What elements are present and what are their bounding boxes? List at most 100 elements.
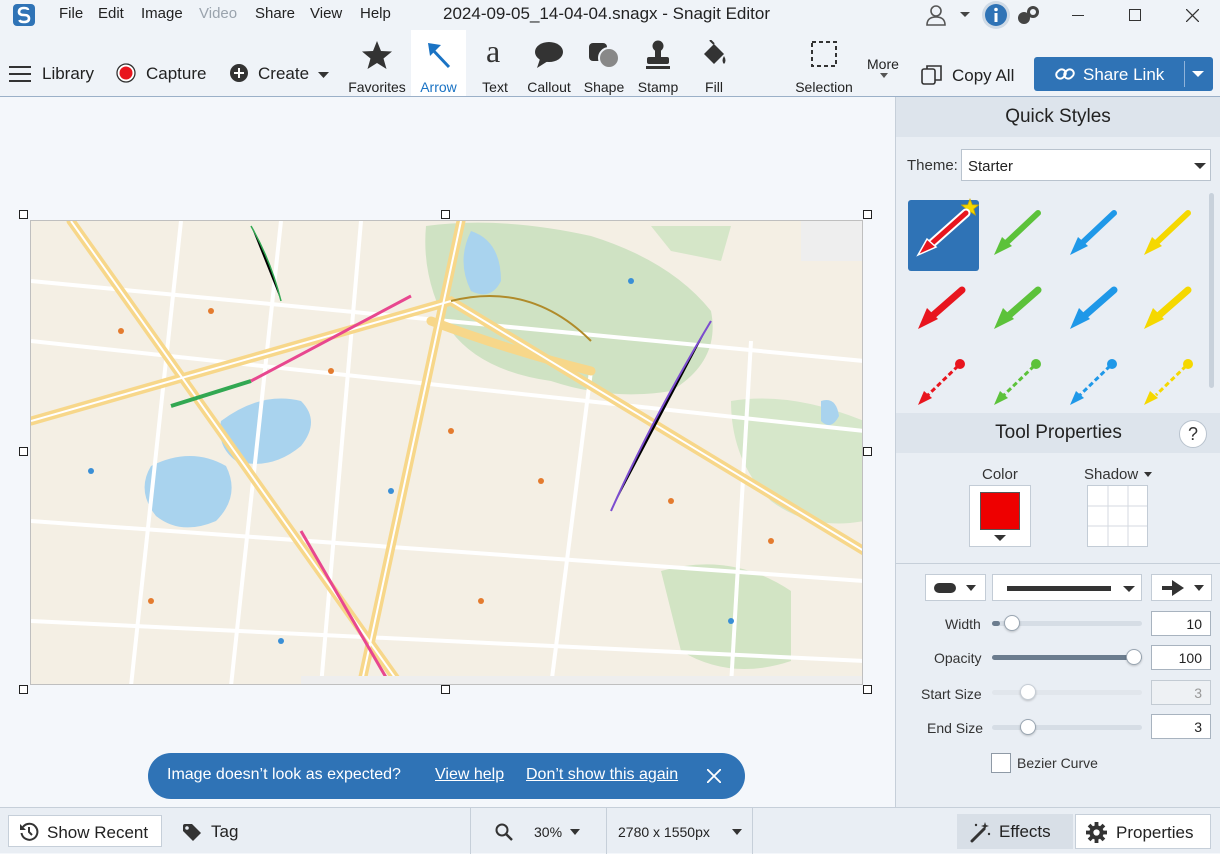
- effects-button[interactable]: Effects: [957, 814, 1073, 849]
- plus-icon: [229, 63, 249, 83]
- end-size-slider[interactable]: [992, 719, 1142, 735]
- shadow-picker[interactable]: [1087, 485, 1148, 547]
- tool-label: Stamp: [637, 79, 679, 95]
- menu-video[interactable]: Video: [199, 5, 237, 22]
- opacity-slider[interactable]: [992, 649, 1142, 665]
- end-size-input[interactable]: 3: [1151, 714, 1211, 739]
- status-bar: Show Recent Tag 30% 2780 x 1550px Effect…: [0, 807, 1220, 854]
- divider: [896, 563, 1220, 564]
- tag-button[interactable]: Tag: [211, 822, 238, 842]
- color-picker[interactable]: [969, 485, 1031, 547]
- slider-thumb[interactable]: [1004, 615, 1020, 631]
- tool-selection[interactable]: Selection: [788, 30, 860, 96]
- width-input[interactable]: 10: [1151, 611, 1211, 636]
- line-cap-select[interactable]: [925, 574, 986, 601]
- tool-stamp[interactable]: Stamp: [634, 30, 682, 96]
- resize-handle[interactable]: [19, 447, 28, 456]
- menu-view[interactable]: View: [310, 5, 342, 22]
- resize-handle[interactable]: [863, 685, 872, 694]
- resize-handle[interactable]: [19, 685, 28, 694]
- selection-icon: [810, 40, 838, 68]
- library-button[interactable]: Library: [42, 64, 94, 84]
- slider-thumb[interactable]: [1020, 684, 1036, 700]
- image-dimensions[interactable]: 2780 x 1550px: [618, 824, 710, 840]
- opacity-label: Opacity: [934, 650, 982, 666]
- resize-handle[interactable]: [863, 447, 872, 456]
- close-icon[interactable]: [1186, 9, 1199, 22]
- maximize-icon[interactable]: [1129, 9, 1141, 21]
- color-swatch: [980, 492, 1020, 530]
- snagit-logo-icon: [13, 4, 35, 26]
- menu-file[interactable]: File: [59, 5, 83, 22]
- resize-handle[interactable]: [441, 685, 450, 694]
- menu-image[interactable]: Image: [141, 5, 183, 22]
- help-button[interactable]: ?: [1179, 420, 1207, 448]
- slider-fill: [992, 655, 1142, 660]
- info-icon[interactable]: [982, 1, 1010, 29]
- dont-show-again-link[interactable]: Don’t show this again: [526, 766, 678, 784]
- chat-icon[interactable]: [1016, 4, 1040, 26]
- menu-help[interactable]: Help: [360, 5, 391, 22]
- line-style-select[interactable]: [992, 574, 1142, 601]
- show-recent-button[interactable]: Show Recent: [8, 815, 162, 847]
- tool-favorites[interactable]: Favorites: [346, 30, 408, 96]
- theme-label: Theme:: [907, 157, 958, 174]
- account-icon[interactable]: [924, 3, 970, 27]
- capture-button[interactable]: Capture: [146, 64, 206, 84]
- map-image[interactable]: [30, 220, 863, 685]
- opacity-input[interactable]: 100: [1151, 645, 1211, 670]
- callout-icon: [534, 40, 564, 70]
- menu-edit[interactable]: Edit: [98, 5, 124, 22]
- tool-callout[interactable]: Callout: [523, 30, 575, 96]
- width-slider[interactable]: [992, 615, 1142, 631]
- properties-button[interactable]: Properties: [1075, 814, 1211, 849]
- shadow-label[interactable]: Shadow: [1084, 466, 1138, 483]
- slider-thumb[interactable]: [1020, 719, 1036, 735]
- zoom-level[interactable]: 30%: [534, 824, 562, 840]
- bezier-checkbox[interactable]: [991, 753, 1011, 773]
- more-button[interactable]: More: [867, 56, 899, 72]
- quick-styles-grid: [896, 193, 1220, 413]
- minimize-icon[interactable]: [1072, 15, 1084, 16]
- effects-label: Effects: [999, 822, 1051, 841]
- tool-fill[interactable]: Fill: [690, 30, 738, 96]
- svg-text:a: a: [486, 34, 500, 68]
- arrowhead-select[interactable]: [1151, 574, 1212, 601]
- arrow-icon: [425, 40, 453, 70]
- tool-label: Text: [482, 79, 508, 95]
- width-label: Width: [945, 616, 981, 632]
- tool-label: Selection: [795, 79, 853, 95]
- toolbar: Library Capture Create Favorites Arrow a…: [0, 30, 1220, 97]
- star-icon: [361, 40, 393, 70]
- slider-thumb[interactable]: [1126, 649, 1142, 665]
- scrollbar[interactable]: [1209, 193, 1214, 388]
- hamburger-icon: [9, 66, 31, 82]
- arrow-style-swatches[interactable]: [896, 193, 1206, 413]
- create-button[interactable]: Create: [258, 64, 309, 84]
- start-size-label: Start Size: [921, 686, 982, 702]
- copy-all-button[interactable]: Copy All: [952, 66, 1014, 86]
- theme-value: Starter: [968, 158, 1014, 175]
- close-icon[interactable]: [707, 769, 721, 783]
- chevron-down-icon[interactable]: [1192, 71, 1204, 78]
- resize-handle[interactable]: [441, 210, 450, 219]
- tool-arrow[interactable]: Arrow: [411, 30, 466, 96]
- chevron-down-icon: [1194, 163, 1206, 170]
- resize-handle[interactable]: [863, 210, 872, 219]
- end-size-label: End Size: [927, 720, 984, 736]
- color-label: Color: [982, 466, 1018, 483]
- share-link-button[interactable]: Share Link: [1034, 57, 1213, 91]
- start-size-slider[interactable]: [992, 684, 1142, 700]
- chevron-down-icon: [880, 73, 888, 79]
- tool-shape[interactable]: Shape: [579, 30, 629, 96]
- bezier-label: Bezier Curve: [1017, 755, 1098, 771]
- chevron-down-icon: [994, 535, 1006, 542]
- divider: [606, 808, 607, 854]
- view-help-link[interactable]: View help: [435, 766, 504, 784]
- start-size-input: 3: [1151, 680, 1211, 705]
- menu-share[interactable]: Share: [255, 5, 295, 22]
- resize-handle[interactable]: [19, 210, 28, 219]
- tool-label: Arrow: [420, 79, 457, 95]
- tool-text[interactable]: a Text: [473, 30, 517, 96]
- theme-select[interactable]: Starter: [961, 149, 1211, 181]
